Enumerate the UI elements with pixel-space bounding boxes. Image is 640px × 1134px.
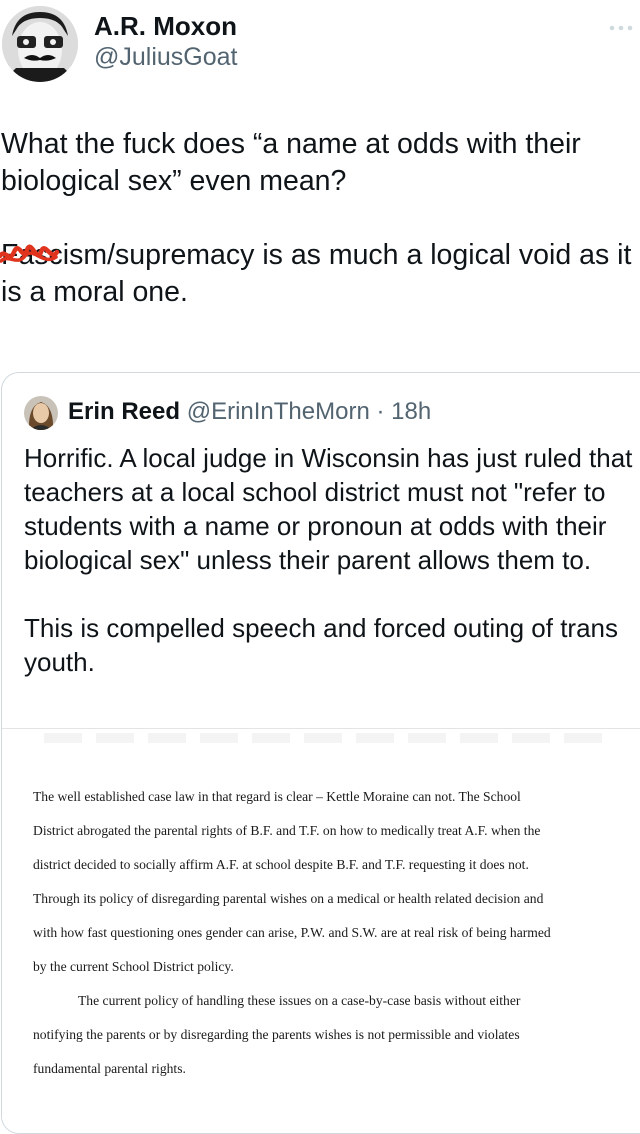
- more-options-icon[interactable]: [608, 12, 634, 38]
- document-line: District abrogated the parental rights o…: [33, 823, 541, 838]
- document-line: by the current School District policy.: [33, 959, 234, 974]
- tweet-paragraph-1: What the fuck does “a name at odds with …: [1, 128, 581, 197]
- quoted-tweet-meta: Erin Reed @ErinInTheMorn · 18h: [68, 398, 431, 426]
- struck-out-word: Fascism: [0, 237, 107, 274]
- document-line: Through its policy of disregarding paren…: [33, 891, 544, 906]
- quoted-tweet-card[interactable]: Erin Reed @ErinInTheMorn · 18h Horrific.…: [1, 372, 640, 1134]
- court-document-image[interactable]: The well established case law in that re…: [2, 728, 640, 1133]
- tweet-paragraph-2: Fascism/supremacy is as much a logical v…: [0, 237, 637, 311]
- tweet-text: What the fuck does “a name at odds with …: [0, 126, 637, 311]
- red-scribble-mark: [0, 244, 60, 263]
- document-line: The well established case law in that re…: [33, 789, 521, 804]
- quoted-author-name[interactable]: Erin Reed: [68, 398, 180, 425]
- author-avatar[interactable]: [2, 6, 78, 82]
- document-line: district decided to socially affirm A.F.…: [33, 857, 529, 872]
- document-line: notifying the parents or by disregarding…: [33, 1027, 520, 1042]
- author-handle[interactable]: @JuliusGoat: [94, 43, 238, 72]
- quoted-paragraph-1: Horrific. A local judge in Wisconsin has…: [24, 443, 633, 575]
- faded-document-text: [44, 733, 604, 743]
- meta-separator: ·: [369, 398, 392, 425]
- document-line: fundamental parental rights.: [33, 1061, 186, 1076]
- quoted-paragraph-2: This is compelled speech and forced outi…: [24, 613, 619, 677]
- author-name[interactable]: A.R. Moxon: [94, 11, 237, 42]
- document-line: The current policy of handling these iss…: [78, 993, 521, 1008]
- quoted-tweet-text: Horrific. A local judge in Wisconsin has…: [24, 441, 634, 679]
- quoted-tweet-time[interactable]: 18h: [391, 398, 431, 425]
- document-line: with how fast questioning ones gender ca…: [33, 925, 551, 940]
- quoted-author-avatar[interactable]: [24, 396, 58, 430]
- quoted-author-handle[interactable]: @ErinInTheMorn: [187, 398, 370, 425]
